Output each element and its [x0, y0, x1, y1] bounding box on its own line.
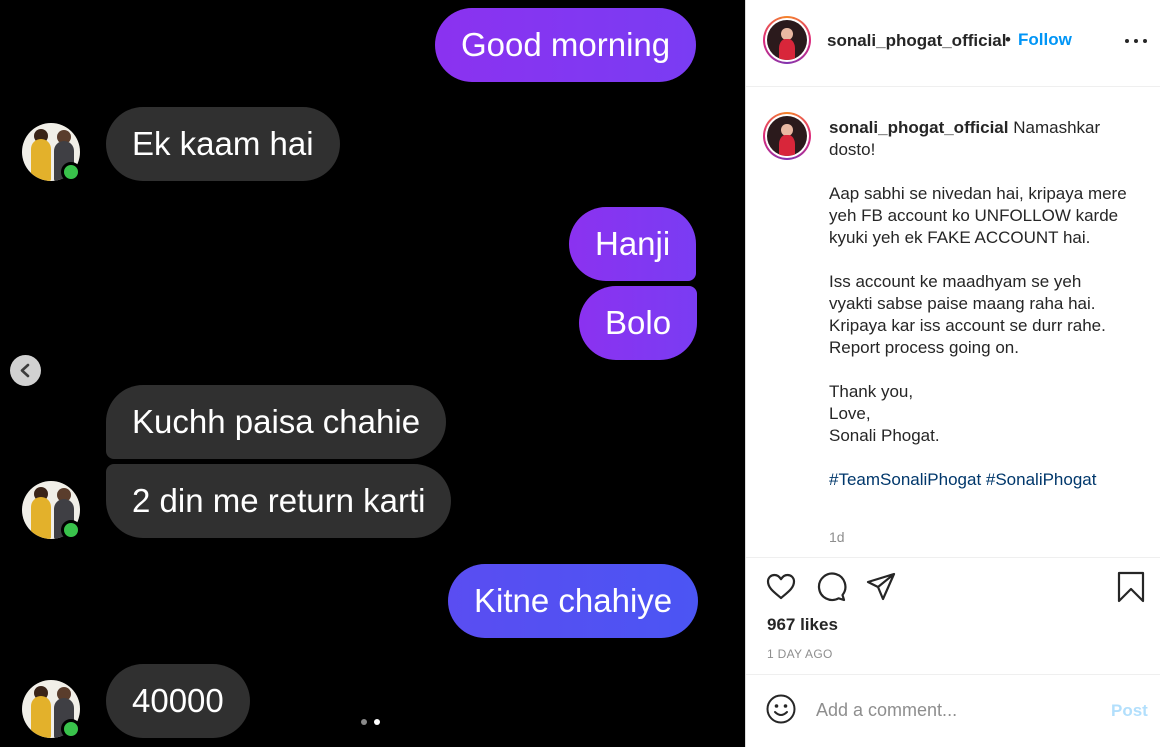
caption-line: Sonali Phogat. — [829, 426, 940, 445]
emoji-icon — [766, 694, 796, 724]
online-status-dot — [61, 719, 81, 739]
likes-count[interactable]: 967 likes — [767, 615, 838, 635]
divider — [746, 86, 1160, 87]
comment-input[interactable] — [816, 697, 1096, 723]
carousel-dot[interactable] — [361, 719, 367, 725]
heart-icon — [766, 573, 796, 600]
divider — [746, 557, 1160, 558]
previous-slide-button[interactable] — [10, 355, 41, 386]
chevron-left-icon — [20, 363, 30, 378]
share-icon — [866, 572, 896, 601]
profile-avatar[interactable] — [763, 16, 811, 64]
caption-line: Iss account ke maadhyam se yeh vyakti sa… — [829, 272, 1106, 357]
like-button[interactable] — [765, 571, 797, 603]
online-status-dot — [61, 520, 81, 540]
message-bubble-outgoing: Bolo — [579, 286, 698, 360]
emoji-button[interactable] — [765, 693, 797, 725]
message-bubble-incoming: 40000 — [106, 664, 250, 738]
caption-avatar[interactable] — [763, 112, 811, 160]
post-comment-button[interactable]: Post — [1111, 701, 1148, 721]
post-details-panel: sonali_phogat_official • Follow sonali_p… — [745, 0, 1160, 747]
caption-line: Love, — [829, 404, 871, 423]
caption: sonali_phogat_official Namashkar dosto! … — [829, 117, 1129, 491]
share-button[interactable] — [865, 571, 897, 603]
message-bubble-incoming: Ek kaam hai — [106, 107, 340, 181]
message-bubble-incoming: 2 din me return karti — [106, 464, 452, 538]
bookmark-icon — [1117, 571, 1145, 603]
online-status-dot — [61, 162, 81, 182]
carousel-dot-active[interactable] — [374, 719, 380, 725]
comment-button[interactable] — [815, 571, 847, 603]
message-bubble-outgoing: Kitne chahiye — [448, 564, 699, 638]
divider — [746, 674, 1160, 675]
post-date: 1 DAY AGO — [767, 647, 833, 661]
more-options-button[interactable] — [1124, 30, 1148, 50]
header-separator: • — [1005, 30, 1011, 49]
caption-username-link[interactable]: sonali_phogat_official — [829, 118, 1008, 137]
more-icon — [1125, 39, 1129, 43]
caption-line: Thank you, — [829, 382, 914, 401]
hashtags[interactable]: #TeamSonaliPhogat #SonaliPhogat — [829, 469, 1129, 491]
comment-icon — [817, 572, 847, 602]
header-username-link[interactable]: sonali_phogat_official — [827, 31, 1006, 51]
message-bubble-outgoing: Hanji — [569, 207, 697, 281]
caption-timestamp: 1d — [829, 529, 845, 545]
save-button[interactable] — [1115, 571, 1147, 603]
caption-line: Aap sabhi se nivedan hai, kripaya mere y… — [829, 184, 1127, 247]
post-image: Good morning Ek kaam hai Hanji Bolo Kuch… — [0, 0, 745, 747]
message-bubble-outgoing: Good morning — [435, 8, 697, 82]
follow-button[interactable]: Follow — [1018, 30, 1072, 50]
message-bubble-incoming: Kuchh paisa chahie — [106, 385, 447, 459]
